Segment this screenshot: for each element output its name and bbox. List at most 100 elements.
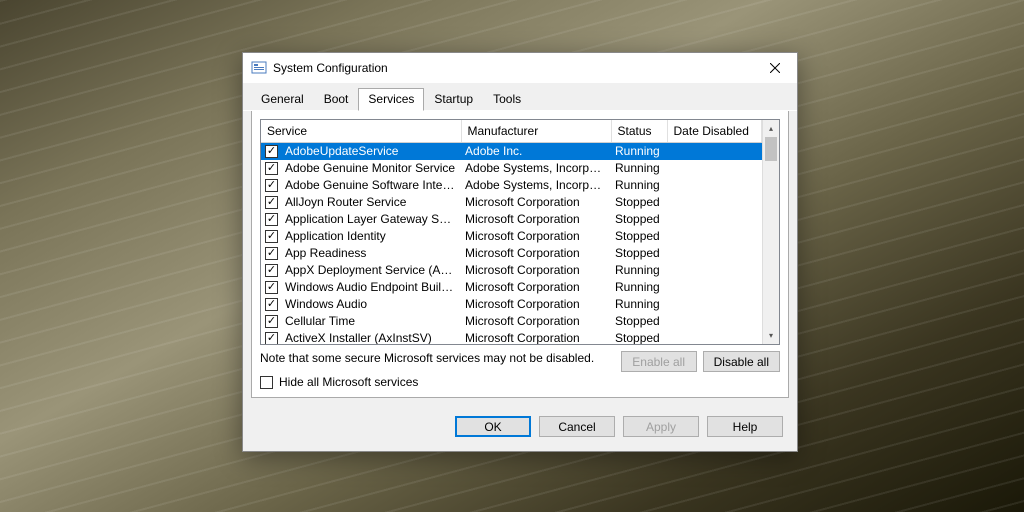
row-checkbox[interactable] bbox=[265, 247, 278, 260]
tab-content: Service Manufacturer Status Date Disable… bbox=[251, 111, 789, 398]
cell-date-disabled bbox=[667, 160, 761, 177]
cell-status: Running bbox=[611, 262, 667, 279]
table-row[interactable]: Windows AudioMicrosoft CorporationRunnin… bbox=[261, 296, 762, 313]
enable-all-button[interactable]: Enable all bbox=[621, 351, 697, 372]
row-checkbox[interactable] bbox=[265, 332, 278, 344]
tab-boot[interactable]: Boot bbox=[314, 88, 359, 111]
titlebar[interactable]: System Configuration bbox=[243, 53, 797, 83]
tab-services[interactable]: Services bbox=[358, 88, 424, 111]
row-checkbox[interactable] bbox=[265, 230, 278, 243]
column-header-status[interactable]: Status bbox=[611, 120, 667, 143]
cell-status: Stopped bbox=[611, 330, 667, 345]
tab-startup[interactable]: Startup bbox=[424, 88, 483, 111]
services-table-container: Service Manufacturer Status Date Disable… bbox=[260, 119, 780, 345]
hide-microsoft-checkbox[interactable] bbox=[260, 376, 273, 389]
help-button[interactable]: Help bbox=[707, 416, 783, 437]
row-checkbox[interactable] bbox=[265, 179, 278, 192]
cell-service: AdobeUpdateService bbox=[281, 143, 461, 160]
cell-service: Adobe Genuine Software Integri... bbox=[281, 177, 461, 194]
app-icon bbox=[251, 60, 267, 76]
window-title: System Configuration bbox=[273, 61, 752, 75]
row-checkbox[interactable] bbox=[265, 196, 278, 209]
cell-manufacturer: Microsoft Corporation bbox=[461, 194, 611, 211]
cell-date-disabled bbox=[667, 194, 761, 211]
table-row[interactable]: AdobeUpdateServiceAdobe Inc.Running bbox=[261, 143, 762, 160]
column-header-date-disabled[interactable]: Date Disabled bbox=[667, 120, 761, 143]
cell-manufacturer: Microsoft Corporation bbox=[461, 313, 611, 330]
cell-service: Application Identity bbox=[281, 228, 461, 245]
cell-status: Running bbox=[611, 279, 667, 296]
row-checkbox[interactable] bbox=[265, 315, 278, 328]
cell-service: Windows Audio bbox=[281, 296, 461, 313]
cell-date-disabled bbox=[667, 279, 761, 296]
cell-date-disabled bbox=[667, 296, 761, 313]
cell-status: Stopped bbox=[611, 211, 667, 228]
cell-manufacturer: Microsoft Corporation bbox=[461, 228, 611, 245]
cell-manufacturer: Microsoft Corporation bbox=[461, 279, 611, 296]
table-row[interactable]: App ReadinessMicrosoft CorporationStoppe… bbox=[261, 245, 762, 262]
services-table-scroll[interactable]: Service Manufacturer Status Date Disable… bbox=[261, 120, 762, 344]
cell-service: AppX Deployment Service (App... bbox=[281, 262, 461, 279]
column-header-service[interactable]: Service bbox=[261, 120, 461, 143]
cell-manufacturer: Microsoft Corporation bbox=[461, 211, 611, 228]
row-checkbox[interactable] bbox=[265, 264, 278, 277]
row-checkbox[interactable] bbox=[265, 281, 278, 294]
table-row[interactable]: Application IdentityMicrosoft Corporatio… bbox=[261, 228, 762, 245]
cell-date-disabled bbox=[667, 177, 761, 194]
cancel-button[interactable]: Cancel bbox=[539, 416, 615, 437]
scroll-thumb[interactable] bbox=[765, 137, 777, 161]
close-button[interactable] bbox=[752, 53, 797, 83]
tabstrip: General Boot Services Startup Tools bbox=[243, 83, 797, 111]
apply-button[interactable]: Apply bbox=[623, 416, 699, 437]
cell-status: Running bbox=[611, 296, 667, 313]
cell-service: App Readiness bbox=[281, 245, 461, 262]
cell-manufacturer: Microsoft Corporation bbox=[461, 296, 611, 313]
row-checkbox[interactable] bbox=[265, 162, 278, 175]
cell-status: Stopped bbox=[611, 245, 667, 262]
disable-note: Note that some secure Microsoft services… bbox=[260, 351, 615, 365]
cell-status: Running bbox=[611, 177, 667, 194]
dialog-footer: OK Cancel Apply Help bbox=[243, 406, 797, 451]
cell-manufacturer: Adobe Systems, Incorpora... bbox=[461, 160, 611, 177]
cell-date-disabled bbox=[667, 313, 761, 330]
cell-status: Running bbox=[611, 160, 667, 177]
cell-service: ActiveX Installer (AxInstSV) bbox=[281, 330, 461, 345]
ok-button[interactable]: OK bbox=[455, 416, 531, 437]
table-row[interactable]: Windows Audio Endpoint BuilderMicrosoft … bbox=[261, 279, 762, 296]
cell-manufacturer: Adobe Inc. bbox=[461, 143, 611, 160]
cell-manufacturer: Microsoft Corporation bbox=[461, 330, 611, 345]
table-row[interactable]: ActiveX Installer (AxInstSV)Microsoft Co… bbox=[261, 330, 762, 345]
table-row[interactable]: Adobe Genuine Software Integri...Adobe S… bbox=[261, 177, 762, 194]
row-checkbox[interactable] bbox=[265, 298, 278, 311]
row-checkbox[interactable] bbox=[265, 213, 278, 226]
close-icon bbox=[770, 63, 780, 73]
table-row[interactable]: Application Layer Gateway ServiceMicroso… bbox=[261, 211, 762, 228]
disable-all-button[interactable]: Disable all bbox=[703, 351, 780, 372]
cell-service: Application Layer Gateway Service bbox=[281, 211, 461, 228]
scroll-down-button[interactable]: ▾ bbox=[763, 327, 779, 344]
table-row[interactable]: Cellular TimeMicrosoft CorporationStoppe… bbox=[261, 313, 762, 330]
table-row[interactable]: AllJoyn Router ServiceMicrosoft Corporat… bbox=[261, 194, 762, 211]
cell-date-disabled bbox=[667, 245, 761, 262]
cell-service: AllJoyn Router Service bbox=[281, 194, 461, 211]
tab-tools[interactable]: Tools bbox=[483, 88, 531, 111]
cell-date-disabled bbox=[667, 228, 761, 245]
cell-date-disabled bbox=[667, 330, 761, 345]
table-row[interactable]: AppX Deployment Service (App...Microsoft… bbox=[261, 262, 762, 279]
system-configuration-window: System Configuration General Boot Servic… bbox=[242, 52, 798, 452]
row-checkbox[interactable] bbox=[265, 145, 278, 158]
cell-status: Stopped bbox=[611, 228, 667, 245]
cell-service: Windows Audio Endpoint Builder bbox=[281, 279, 461, 296]
scroll-up-button[interactable]: ▴ bbox=[763, 120, 779, 137]
cell-date-disabled bbox=[667, 262, 761, 279]
table-row[interactable]: Adobe Genuine Monitor ServiceAdobe Syste… bbox=[261, 160, 762, 177]
cell-manufacturer: Microsoft Corporation bbox=[461, 262, 611, 279]
services-table: Service Manufacturer Status Date Disable… bbox=[261, 120, 762, 344]
vertical-scrollbar[interactable]: ▴ ▾ bbox=[762, 120, 779, 344]
cell-status: Stopped bbox=[611, 194, 667, 211]
cell-status: Stopped bbox=[611, 313, 667, 330]
table-header-row: Service Manufacturer Status Date Disable… bbox=[261, 120, 762, 143]
cell-date-disabled bbox=[667, 143, 761, 160]
column-header-manufacturer[interactable]: Manufacturer bbox=[461, 120, 611, 143]
tab-general[interactable]: General bbox=[251, 88, 314, 111]
